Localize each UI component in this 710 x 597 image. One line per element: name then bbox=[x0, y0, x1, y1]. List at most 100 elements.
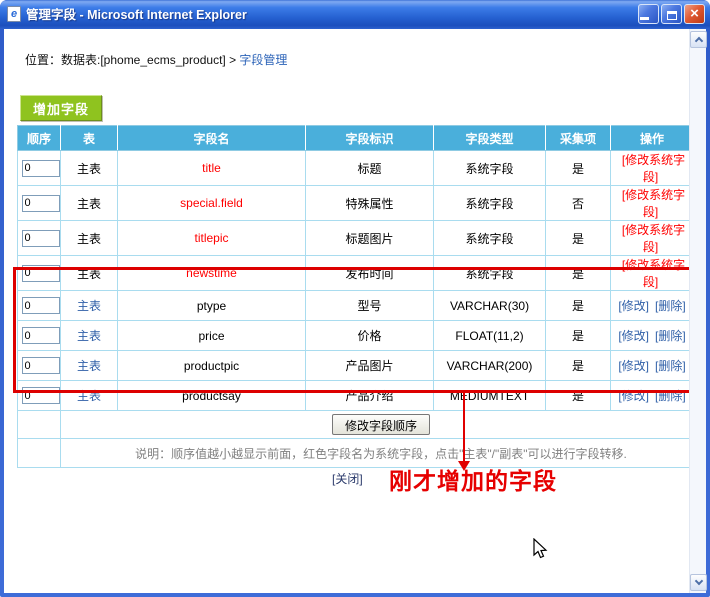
field-type-cell: 系统字段 bbox=[434, 256, 546, 291]
operations-cell: [修改系统字段] bbox=[611, 151, 690, 186]
empty-cell bbox=[18, 439, 61, 468]
order-input[interactable] bbox=[22, 327, 60, 344]
vertical-scrollbar[interactable] bbox=[689, 29, 706, 593]
chevron-down-icon bbox=[694, 577, 702, 585]
table-transfer-link[interactable]: 主表 bbox=[77, 389, 101, 403]
collect-flag-cell: 是 bbox=[546, 221, 611, 256]
operations-cell: [修改] [删除] bbox=[611, 351, 690, 381]
delete-field-link[interactable]: [删除] bbox=[655, 299, 686, 313]
collect-flag-cell: 否 bbox=[546, 186, 611, 221]
operations-cell: [修改] [删除] bbox=[611, 321, 690, 351]
field-type-cell: 系统字段 bbox=[434, 151, 546, 186]
collect-flag-cell: 是 bbox=[546, 151, 611, 186]
table-row: 主表 productsay 产品介绍MEDIUMTEXT是 [修改] [删除] bbox=[18, 381, 690, 411]
table-transfer-link[interactable]: 主表 bbox=[77, 299, 101, 313]
modify-field-link[interactable]: [修改] bbox=[618, 329, 649, 343]
modify-system-field-link[interactable]: [修改系统字段] bbox=[622, 223, 685, 254]
breadcrumb-link-field-manage[interactable]: 字段管理 bbox=[239, 53, 287, 67]
ie-page-icon: e bbox=[7, 6, 21, 22]
field-name-cell: titlepic bbox=[118, 221, 306, 256]
column-header: 字段类型 bbox=[434, 126, 546, 151]
modify-system-field-link[interactable]: [修改系统字段] bbox=[622, 188, 685, 219]
field-name-cell: ptype bbox=[118, 291, 306, 321]
order-cell bbox=[18, 351, 61, 381]
field-name-label: title bbox=[202, 161, 221, 175]
order-input[interactable] bbox=[22, 387, 60, 404]
field-label-cell: 特殊属性 bbox=[306, 186, 434, 221]
order-input[interactable] bbox=[22, 160, 60, 177]
delete-field-link[interactable]: [删除] bbox=[655, 359, 686, 373]
field-label-cell: 产品介绍 bbox=[306, 381, 434, 411]
modify-field-link[interactable]: [修改] bbox=[618, 299, 649, 313]
field-label-cell: 发布时间 bbox=[306, 256, 434, 291]
modify-field-link[interactable]: [修改] bbox=[618, 389, 649, 403]
field-type-cell: FLOAT(11,2) bbox=[434, 321, 546, 351]
delete-field-link[interactable]: [删除] bbox=[655, 329, 686, 343]
table-note: 说明：顺序值越小越显示前面，红色字段名为系统字段，点击"主表"/"副表"可以进行… bbox=[135, 447, 627, 461]
field-label-cell: 标题 bbox=[306, 151, 434, 186]
maximize-button[interactable] bbox=[661, 4, 682, 24]
close-button[interactable]: × bbox=[684, 4, 705, 24]
table-transfer-link[interactable]: 主表 bbox=[77, 329, 101, 343]
add-field-button[interactable]: 增加字段 bbox=[20, 95, 102, 121]
field-name-label: productsay bbox=[182, 389, 241, 403]
reorder-row: 修改字段顺序 bbox=[18, 411, 690, 439]
field-table-body: 主表title标题系统字段是[修改系统字段]主表special.field特殊属… bbox=[18, 151, 690, 411]
order-input[interactable] bbox=[22, 357, 60, 374]
order-cell bbox=[18, 221, 61, 256]
order-input[interactable] bbox=[22, 195, 60, 212]
table-cell: 主表 bbox=[61, 321, 118, 351]
field-name-cell: price bbox=[118, 321, 306, 351]
operations-cell: [修改] [删除] bbox=[611, 291, 690, 321]
table-cell: 主表 bbox=[61, 186, 118, 221]
column-header: 采集项 bbox=[546, 126, 611, 151]
close-icon: × bbox=[685, 5, 704, 23]
order-input[interactable] bbox=[22, 230, 60, 247]
order-input[interactable] bbox=[22, 265, 60, 282]
modify-system-field-link[interactable]: [修改系统字段] bbox=[622, 258, 685, 289]
breadcrumb: 位置：数据表:[phome_ecms_product] > 字段管理 bbox=[25, 51, 287, 68]
close-page-link[interactable]: [关闭] bbox=[332, 470, 363, 487]
order-cell bbox=[18, 256, 61, 291]
order-cell bbox=[18, 291, 61, 321]
field-name-label: titlepic bbox=[194, 231, 228, 245]
title-bar: e 管理字段 - Microsoft Internet Explorer × bbox=[0, 0, 710, 29]
column-header: 字段名 bbox=[118, 126, 306, 151]
table-transfer-link[interactable]: 主表 bbox=[77, 359, 101, 373]
operations-cell: [修改] [删除] bbox=[611, 381, 690, 411]
collect-flag-cell: 是 bbox=[546, 381, 611, 411]
field-type-cell: MEDIUMTEXT bbox=[434, 381, 546, 411]
minimize-button[interactable] bbox=[638, 4, 659, 24]
reorder-fields-button[interactable]: 修改字段顺序 bbox=[332, 414, 430, 435]
table-name-label: 主表 bbox=[77, 162, 101, 176]
field-label-cell: 价格 bbox=[306, 321, 434, 351]
table-name-label: 主表 bbox=[77, 232, 101, 246]
column-header: 表 bbox=[61, 126, 118, 151]
table-cell: 主表 bbox=[61, 151, 118, 186]
annotation-arrow-line bbox=[463, 393, 465, 463]
collect-flag-cell: 是 bbox=[546, 351, 611, 381]
scroll-down-button[interactable] bbox=[690, 574, 707, 591]
field-name-label: ptype bbox=[197, 299, 226, 313]
collect-flag-cell: 是 bbox=[546, 291, 611, 321]
breadcrumb-prefix: 位置：数据表:[phome_ecms_product] > bbox=[25, 53, 239, 67]
annotation-text: 刚才增加的字段 bbox=[389, 462, 557, 496]
field-name-cell: newstime bbox=[118, 256, 306, 291]
field-name-cell: productsay bbox=[118, 381, 306, 411]
field-type-cell: 系统字段 bbox=[434, 221, 546, 256]
delete-field-link[interactable]: [删除] bbox=[655, 389, 686, 403]
scroll-up-button[interactable] bbox=[690, 31, 707, 48]
table-name-label: 主表 bbox=[77, 197, 101, 211]
modify-field-link[interactable]: [修改] bbox=[618, 359, 649, 373]
table-row: 主表productpic产品图片VARCHAR(200)是[修改][删除] bbox=[18, 351, 690, 381]
modify-system-field-link[interactable]: [修改系统字段] bbox=[622, 153, 685, 184]
window-title: 管理字段 - Microsoft Internet Explorer bbox=[26, 4, 638, 23]
table-cell: 主表 bbox=[61, 291, 118, 321]
table-row: 主表newstime发布时间系统字段是[修改系统字段] bbox=[18, 256, 690, 291]
mouse-cursor bbox=[533, 538, 550, 562]
order-cell bbox=[18, 151, 61, 186]
field-type-cell: VARCHAR(30) bbox=[434, 291, 546, 321]
order-input[interactable] bbox=[22, 297, 60, 314]
maximize-icon bbox=[667, 11, 677, 20]
browser-window: e 管理字段 - Microsoft Internet Explorer × 位… bbox=[0, 0, 710, 597]
